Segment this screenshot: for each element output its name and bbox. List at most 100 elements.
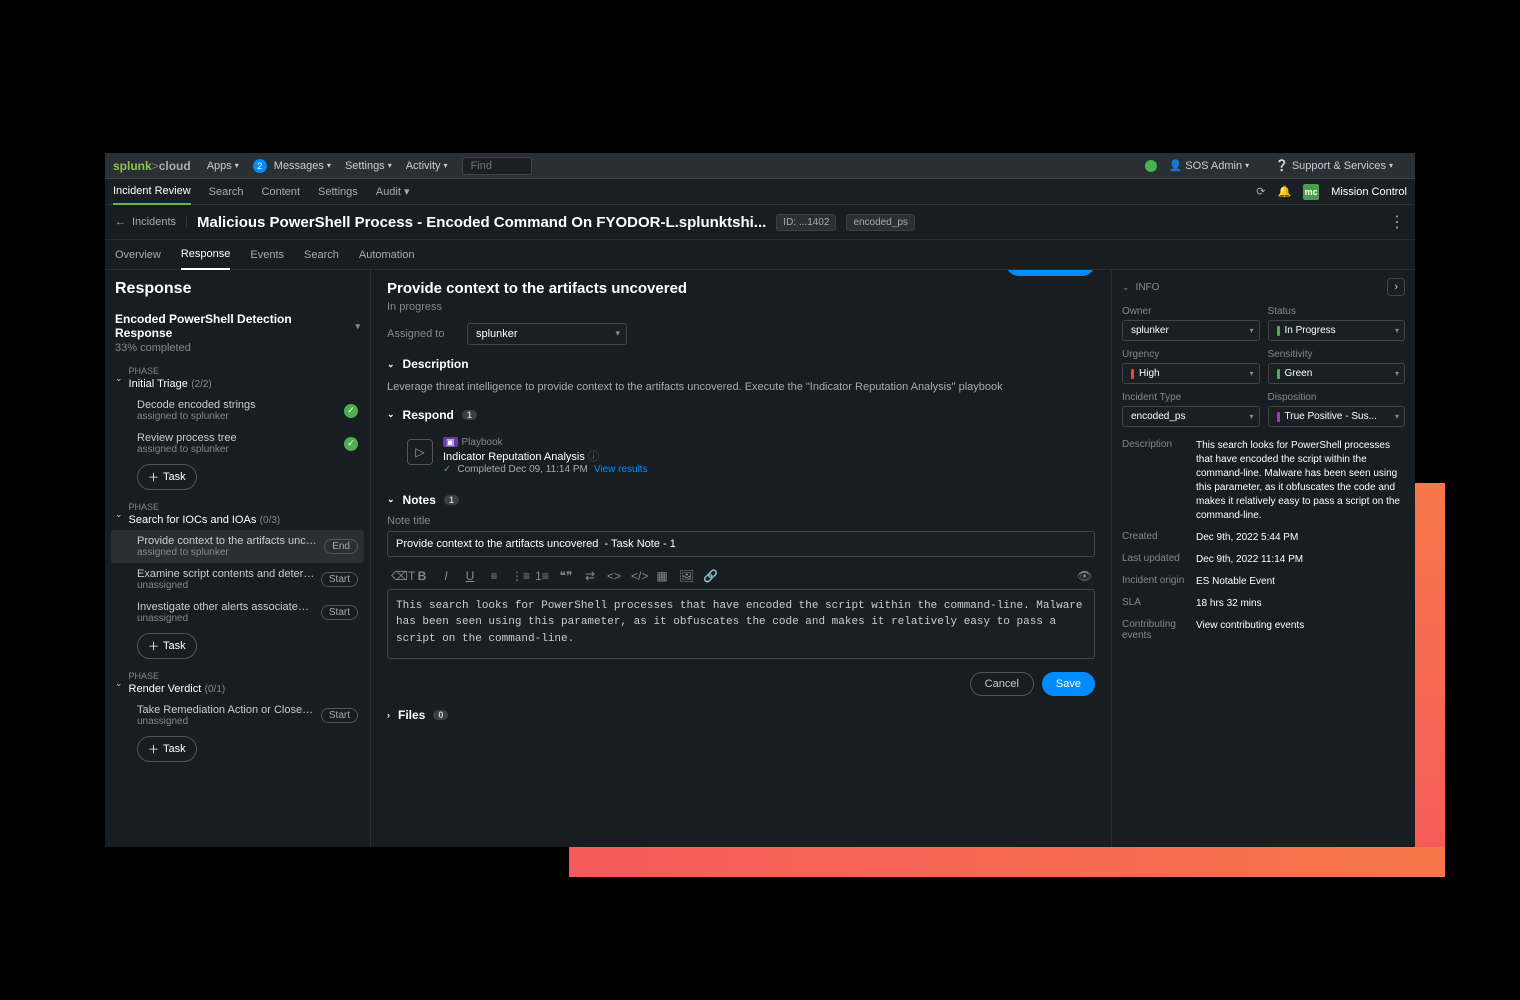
chevron-down-icon: ⌄ (115, 509, 123, 520)
add-response-button[interactable]: ＋ Response (1006, 270, 1095, 276)
incident-tag-chip: encoded_ps (846, 214, 915, 231)
app-window: splunk>cloud Apps▾ 2Messages▾ Settings▾ … (105, 153, 1415, 847)
view-contributing-events-link[interactable]: View contributing events (1196, 619, 1304, 641)
nav-apps[interactable]: Apps▾ (207, 160, 239, 172)
nav-messages[interactable]: 2Messages▾ (253, 159, 331, 173)
tab-response[interactable]: Response (181, 240, 231, 270)
nav-activity[interactable]: Activity▾ (406, 160, 448, 172)
response-plan-select[interactable]: Encoded PowerShell Detection Response ▾ (111, 306, 364, 342)
owner-select[interactable]: splunker (1122, 320, 1260, 341)
tab-automation[interactable]: Automation (359, 241, 415, 269)
support-menu[interactable]: ❔ Support & Services▾ (1275, 159, 1393, 172)
chevron-down-icon: ⌄ (115, 373, 123, 384)
numbered-list-icon[interactable]: 1≡ (535, 569, 549, 583)
task-review-process-tree[interactable]: Review process treeassigned to splunker … (111, 427, 364, 460)
underline-icon[interactable]: U (463, 569, 477, 583)
rte-toolbar: ⌫T B I U ≡ ⋮≡ 1≡ ❝❞ ⇄ <> </> ▦ 🖼 🔗 👁 (387, 563, 1095, 589)
table-icon[interactable]: ▦ (655, 569, 669, 583)
subnav-search[interactable]: Search (209, 180, 244, 204)
nav-settings[interactable]: Settings▾ (345, 160, 392, 172)
find-input[interactable] (462, 157, 532, 175)
start-task-button[interactable]: Start (321, 708, 358, 723)
link-icon[interactable]: 🔗 (703, 569, 717, 583)
incident-type-select[interactable]: encoded_ps (1122, 406, 1260, 427)
more-actions-icon[interactable]: ⋮ (1389, 212, 1405, 232)
breadcrumb-bar: ← Incidents Malicious PowerShell Process… (105, 205, 1415, 240)
mc-badge: mc (1303, 184, 1319, 200)
disposition-select[interactable]: True Positive - Sus... (1268, 406, 1406, 427)
urgency-select[interactable]: High (1122, 363, 1260, 384)
task-examine-script[interactable]: Examine script contents and determine i.… (111, 563, 364, 596)
notes-section-toggle[interactable]: ⌄Notes1 (387, 493, 1095, 507)
assigned-label: Assigned to (387, 328, 457, 340)
add-task-button[interactable]: ＋ Task (137, 464, 197, 490)
bold-icon[interactable]: B (415, 569, 429, 583)
check-icon: ✓ (443, 464, 451, 475)
codeblock-icon[interactable]: </> (631, 569, 645, 583)
task-remediation[interactable]: Take Remediation Action or Close Inciden… (111, 699, 364, 732)
start-task-button[interactable]: Start (321, 605, 358, 620)
respond-section-toggle[interactable]: ⌄Respond1 (387, 408, 1095, 422)
incident-title: Malicious PowerShell Process - Encoded C… (197, 214, 766, 231)
tab-search[interactable]: Search (304, 241, 339, 269)
assigned-to-select[interactable]: splunker (467, 323, 627, 345)
code-icon[interactable]: <> (607, 569, 621, 583)
sub-nav: Incident Review Search Content Settings … (105, 179, 1415, 205)
preview-icon[interactable]: 👁 (1077, 569, 1091, 583)
task-detail-panel: Provide context to the artifacts uncover… (371, 270, 1111, 847)
view-results-link[interactable]: View results (594, 464, 648, 475)
task-investigate-alerts[interactable]: Investigate other alerts associated with… (111, 596, 364, 629)
top-nav: splunk>cloud Apps▾ 2Messages▾ Settings▾ … (105, 153, 1415, 179)
response-sidebar: Response Encoded PowerShell Detection Re… (105, 270, 371, 847)
info-icon[interactable]: ⓘ (588, 451, 599, 463)
indent-icon[interactable]: ⇄ (583, 569, 597, 583)
files-section-toggle[interactable]: ›Files0 (387, 708, 1095, 722)
italic-icon[interactable]: I (439, 569, 453, 583)
note-body-input[interactable] (387, 589, 1095, 659)
task-title: Provide context to the artifacts uncover… (387, 280, 687, 297)
status-select[interactable]: In Progress (1268, 320, 1406, 341)
subnav-content[interactable]: Content (262, 180, 301, 204)
check-icon: ✓ (344, 404, 358, 418)
playbook-name: Indicator Reputation Analysis ⓘ (443, 448, 648, 464)
response-progress: 33% completed (111, 342, 364, 362)
bullet-list-icon[interactable]: ⋮≡ (511, 569, 525, 583)
task-provide-context[interactable]: Provide context to the artifacts uncover… (111, 530, 364, 563)
note-title-input[interactable] (387, 531, 1095, 557)
check-icon: ✓ (344, 437, 358, 451)
note-title-label: Note title (387, 515, 1095, 527)
refresh-icon[interactable]: ⟳ (1256, 185, 1265, 198)
task-status: In progress (387, 301, 687, 313)
playbook-icon: ▣ (443, 437, 458, 447)
response-heading: Response (115, 280, 191, 298)
end-task-button[interactable]: End (324, 539, 358, 554)
run-playbook-button[interactable]: ▷ (407, 439, 433, 465)
clear-format-icon[interactable]: ⌫T (391, 569, 405, 583)
subnav-audit[interactable]: Audit ▾ (376, 179, 410, 204)
subnav-incident-review[interactable]: Incident Review (113, 179, 191, 205)
collapse-info-icon[interactable]: › (1387, 278, 1405, 296)
align-icon[interactable]: ≡ (487, 569, 501, 583)
user-menu[interactable]: 👤 SOS Admin▾ (1169, 159, 1250, 172)
cancel-button[interactable]: Cancel (970, 672, 1034, 696)
save-button[interactable]: Save (1042, 672, 1095, 696)
sensitivity-select[interactable]: Green (1268, 363, 1406, 384)
tab-events[interactable]: Events (250, 241, 284, 269)
incident-tabs: Overview Response Events Search Automati… (105, 240, 1415, 270)
subnav-settings[interactable]: Settings (318, 180, 358, 204)
task-decode-strings[interactable]: Decode encoded stringsassigned to splunk… (111, 394, 364, 427)
description-section-toggle[interactable]: ⌄Description (387, 357, 1095, 371)
phase-render-verdict[interactable]: ⌄ PHASE Render Verdict (0/1) (111, 667, 364, 699)
quote-icon[interactable]: ❝❞ (559, 569, 573, 583)
mission-control-label: Mission Control (1331, 186, 1407, 198)
add-task-button[interactable]: ＋ Task (137, 736, 197, 762)
bell-icon[interactable]: 🔔 (1277, 185, 1291, 198)
back-to-incidents[interactable]: ← Incidents (115, 216, 187, 228)
tab-overview[interactable]: Overview (115, 241, 161, 269)
image-icon[interactable]: 🖼 (679, 569, 693, 583)
add-task-button[interactable]: ＋ Task (137, 633, 197, 659)
incident-id-chip: ID: ...1402 (776, 214, 836, 231)
phase-search-iocs[interactable]: ⌄ PHASE Search for IOCs and IOAs (0/3) (111, 498, 364, 530)
start-task-button[interactable]: Start (321, 572, 358, 587)
phase-initial-triage[interactable]: ⌄ PHASE Initial Triage (2/2) (111, 362, 364, 394)
